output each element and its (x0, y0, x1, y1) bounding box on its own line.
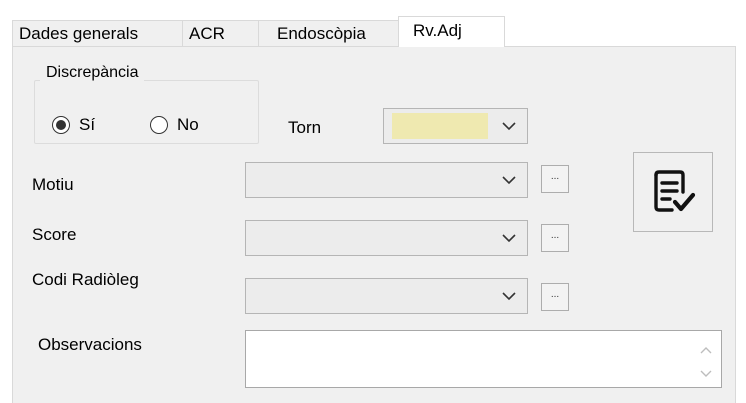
motiu-dropdown[interactable] (245, 162, 528, 198)
radio-no-label: No (177, 115, 199, 134)
codi-radioleg-value (248, 281, 489, 311)
radio-si-label: Sí (79, 115, 96, 134)
codi-radioleg-label: Codi Radiòleg (32, 270, 139, 289)
codi-radioleg-dropdown[interactable] (245, 278, 528, 314)
tab-endoscopia[interactable]: Endoscòpia (258, 20, 408, 46)
chevron-down-icon (502, 234, 516, 243)
tab-label: Dades generals (19, 24, 139, 43)
score-browse-button[interactable]: ... (541, 224, 569, 252)
discrepancia-title: Discrepància (40, 64, 145, 82)
tab-rv-adj[interactable]: Rv.Adj (398, 16, 505, 47)
motiu-label: Motiu (32, 175, 74, 194)
chevron-down-icon (502, 292, 516, 301)
radio-no[interactable]: No (150, 115, 199, 135)
score-dropdown[interactable] (245, 220, 528, 256)
tab-acr[interactable]: ACR (182, 20, 259, 46)
torn-value (392, 113, 488, 139)
review-checklist-button[interactable] (633, 152, 713, 232)
tab-label: Endoscòpia (277, 24, 366, 43)
scroll-up-icon[interactable] (699, 345, 713, 355)
torn-dropdown[interactable] (383, 108, 528, 144)
motiu-value (248, 165, 489, 195)
scroll-down-icon[interactable] (699, 369, 713, 379)
radio-selected-indicator (52, 116, 70, 134)
tab-label: ACR (189, 24, 225, 43)
score-value (248, 223, 489, 253)
motiu-browse-button[interactable]: ... (541, 165, 569, 193)
tab-strip: Dades generals ACR Endoscòpia Rv.Adj (12, 16, 732, 47)
chevron-down-icon (502, 122, 516, 131)
observacions-label: Observacions (38, 335, 142, 354)
tab-label: Rv.Adj (413, 21, 462, 40)
observacions-value (252, 335, 691, 383)
codi-radioleg-browse-button[interactable]: ... (541, 283, 569, 311)
observacions-textarea[interactable] (245, 330, 722, 388)
radio-si[interactable]: Sí (52, 115, 95, 135)
score-label: Score (32, 225, 77, 244)
tab-dades-generals[interactable]: Dades generals (12, 20, 183, 46)
checklist-check-icon (654, 170, 696, 212)
torn-label: Torn (288, 118, 322, 137)
radio-unselected-indicator (150, 116, 168, 134)
chevron-down-icon (502, 176, 516, 185)
